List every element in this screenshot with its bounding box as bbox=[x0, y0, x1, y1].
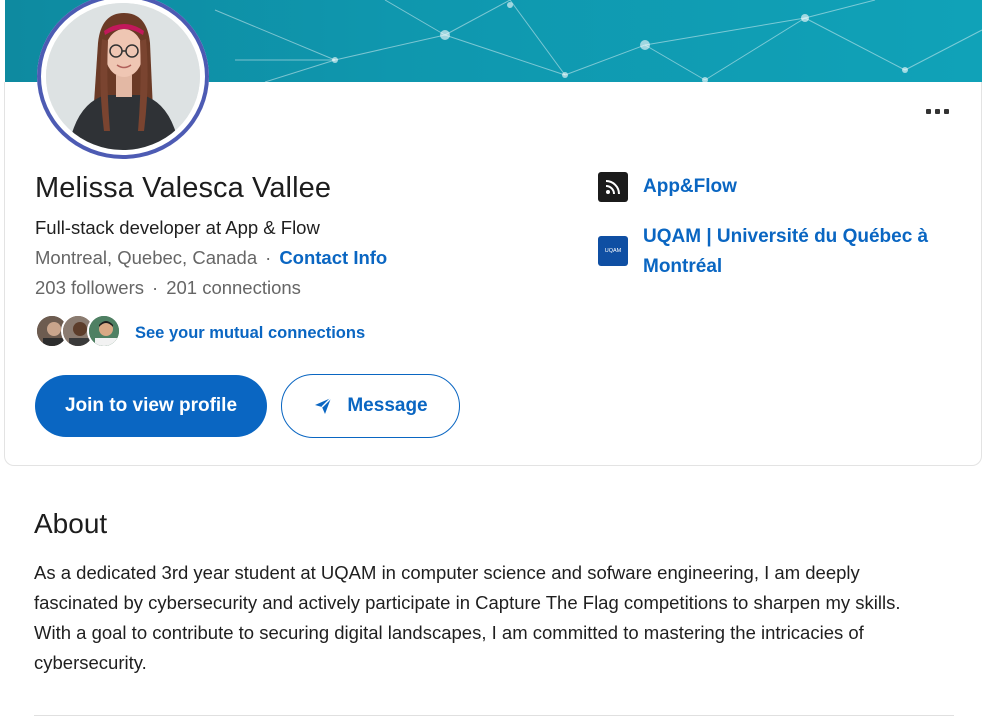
org-item-uqam[interactable]: UQAM UQAM | Université du Québec à Montr… bbox=[598, 222, 928, 282]
profile-location: Montreal, Quebec, Canada bbox=[35, 247, 258, 268]
org-name-uqam-line2: Montréal bbox=[643, 256, 723, 277]
separator-dot: · bbox=[152, 277, 159, 298]
separator-dot: · bbox=[265, 247, 272, 268]
join-to-view-profile-button[interactable]: Join to view profile bbox=[35, 375, 267, 437]
rss-logo-icon bbox=[598, 172, 628, 202]
uqam-logo: UQAM bbox=[598, 236, 628, 266]
mutual-connections[interactable]: See your mutual connections bbox=[35, 313, 365, 353]
about-text: As a dedicated 3rd year student at UQAM … bbox=[34, 562, 901, 673]
message-label: Message bbox=[347, 395, 428, 416]
followers-count: 203 followers bbox=[35, 277, 145, 298]
ellipsis-dot bbox=[934, 108, 940, 114]
mutual-connections-link[interactable]: See your mutual connections bbox=[135, 324, 365, 343]
profile-name: Melissa Valesca Vallee bbox=[35, 172, 332, 204]
org-name-appflow[interactable]: App&Flow bbox=[643, 172, 737, 202]
ellipsis-dot bbox=[943, 108, 949, 114]
mutual-avatar bbox=[87, 314, 121, 348]
ellipsis-dot bbox=[925, 108, 931, 114]
connections-count: 201 connections bbox=[166, 277, 301, 298]
org-name-uqam[interactable]: UQAM | Université du Québec à Montréal bbox=[643, 222, 928, 282]
org-item-appflow[interactable]: App&Flow bbox=[598, 172, 737, 202]
message-button[interactable]: Message bbox=[281, 374, 460, 438]
section-divider bbox=[34, 715, 954, 716]
more-actions-button[interactable] bbox=[916, 97, 958, 125]
profile-avatar bbox=[37, 0, 209, 159]
org-name-uqam-line1: UQAM | Université du Québec à bbox=[643, 226, 929, 247]
send-icon bbox=[315, 397, 332, 414]
profile-headline: Full-stack developer at App & Flow bbox=[35, 217, 320, 238]
about-heading: About bbox=[34, 508, 108, 539]
mutual-avatars bbox=[35, 313, 125, 353]
network-stats: 203 followers · 201 connections bbox=[35, 277, 301, 299]
uqam-logo-text: UQAM bbox=[604, 248, 622, 254]
location-row: Montreal, Quebec, Canada · Contact Info bbox=[35, 247, 387, 269]
profile-photo bbox=[46, 3, 200, 150]
contact-info-link[interactable]: Contact Info bbox=[279, 247, 387, 268]
